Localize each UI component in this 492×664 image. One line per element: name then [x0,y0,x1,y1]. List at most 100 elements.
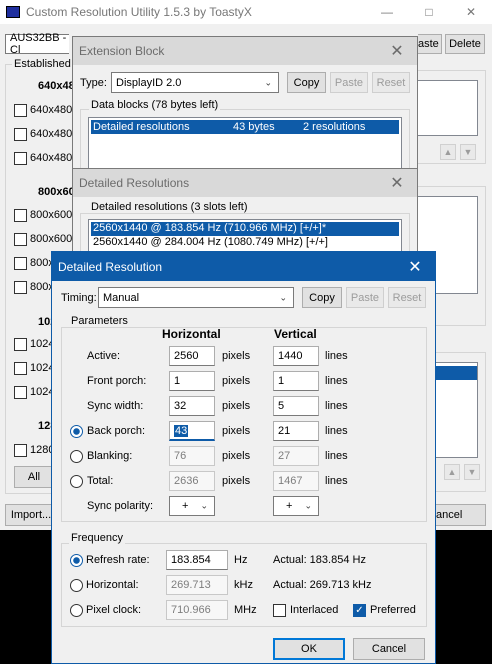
horizontal-radio[interactable] [70,579,83,592]
pixel-clock-radio[interactable] [70,604,83,617]
sync-width-h-field[interactable]: 32 [169,396,215,416]
timing-label: Timing: [61,292,97,304]
checkbox[interactable] [14,128,27,141]
data-blocks-label: Data blocks (78 bytes left) [89,99,221,111]
front-porch-v-field[interactable]: 1 [273,371,319,391]
pixel-clock-field[interactable]: 710.966 [166,600,228,620]
ext-titlebar: Extension Block [73,37,417,65]
right-list-3[interactable] [434,362,478,458]
close-icon[interactable]: ✕ [377,37,417,65]
active-v-field[interactable]: 1440 [273,346,319,366]
blanking-v-field[interactable]: 27 [273,446,319,466]
list-item[interactable] [14,128,27,141]
cancel-button[interactable]: Cancel [353,638,425,660]
back-porch-h-field[interactable]: 43 [169,421,215,441]
sync-width-v-field[interactable]: 5 [273,396,319,416]
close-icon[interactable]: ✕ [395,252,435,281]
ok-button[interactable]: OK [273,638,345,660]
checkbox[interactable] [14,233,27,246]
maximize-icon[interactable]: □ [408,0,450,24]
unit-label: pixels [222,375,251,387]
list-item[interactable] [14,444,27,457]
vertical-header: Vertical [274,327,317,341]
chevron-down-icon: ⌄ [304,500,312,511]
list-item[interactable] [14,338,27,351]
refresh-rate-radio[interactable] [70,554,83,567]
resolution-row[interactable]: 2560x1440 @ 284.004 Hz (1080.749 MHz) [+… [91,236,399,250]
list-item-label: 800x600 [30,209,73,221]
sync-polarity-v-select[interactable]: + ⌄ [273,496,319,516]
checkbox[interactable] [14,362,27,375]
front-porch-h-field[interactable]: 1 [169,371,215,391]
back-porch-label: Back porch: [87,425,146,437]
ext-paste-button[interactable]: Paste [330,72,368,93]
dlg-paste-button[interactable]: Paste [346,287,384,308]
front-porch-label: Front porch: [87,375,147,387]
list-item[interactable] [14,281,27,294]
preferred-checkbox[interactable]: ✓ [353,604,366,617]
total-h-field[interactable]: 2636 [169,471,215,491]
monitor-select[interactable]: AUS32BB - Cl [5,32,69,56]
back-porch-v-field[interactable]: 21 [273,421,319,441]
active-h-field[interactable]: 2560 [169,346,215,366]
checkbox[interactable] [14,257,27,270]
refresh-rate-field[interactable]: 183.854 [166,550,228,570]
close-icon[interactable]: ✕ [377,169,417,197]
unit-label: pixels [222,425,251,437]
selected-row[interactable] [434,366,477,380]
pixel-clock-label: Pixel clock: [86,604,142,616]
unit-label: lines [325,450,348,462]
detres-group-label: Detailed resolutions (3 slots left) [89,201,250,213]
checkbox[interactable] [14,338,27,351]
sync-polarity-h-select[interactable]: + ⌄ [169,496,215,516]
timing-select[interactable]: Manual ⌄ [98,287,294,308]
data-block-row[interactable]: Detailed resolutions 43 bytes 2 resoluti… [91,120,399,134]
horizontal-freq-label: Horizontal: [86,579,139,591]
delete-button[interactable]: Delete [445,34,485,54]
interlaced-label: Interlaced [290,604,339,616]
checkbox[interactable] [14,281,27,294]
ext-copy-button[interactable]: Copy [287,72,326,93]
total-radio[interactable] [70,475,83,488]
list-item[interactable] [14,152,27,165]
main-cancel-button[interactable]: ancel [434,504,486,526]
unit-label: lines [325,350,348,362]
move-down-icon[interactable]: ▼ [464,464,480,480]
move-up-icon[interactable]: ▲ [440,144,456,160]
checkbox[interactable] [14,444,27,457]
import-button[interactable]: Import... [5,504,57,526]
list-item[interactable] [14,104,27,117]
paste-button-main[interactable]: aste [418,34,442,54]
type-select[interactable]: DisplayID 2.0 ⌄ [111,72,279,93]
right-list-1[interactable] [418,80,478,136]
list-item-label: 640x480 [30,104,73,116]
checkbox[interactable] [14,209,27,222]
interlaced-checkbox[interactable] [273,604,286,617]
check-icon: ✓ [355,605,364,616]
move-down-icon[interactable]: ▼ [460,144,476,160]
resolution-row[interactable]: 2560x1440 @ 183.854 Hz (710.966 MHz) [+/… [91,222,399,236]
move-up-icon[interactable]: ▲ [444,464,460,480]
list-item[interactable] [14,257,27,270]
horizontal-freq-field[interactable]: 269.713 [166,575,228,595]
list-item[interactable] [14,209,27,222]
checkbox[interactable] [14,104,27,117]
all-button[interactable]: All [14,466,54,488]
list-item[interactable] [14,386,27,399]
list-item[interactable] [14,233,27,246]
minimize-icon[interactable]: — [366,0,408,24]
blanking-radio[interactable] [70,450,83,463]
total-v-field[interactable]: 1467 [273,471,319,491]
checkbox[interactable] [14,152,27,165]
list-item[interactable] [14,362,27,375]
unit-label: lines [325,425,348,437]
dlg-reset-button[interactable]: Reset [388,287,426,308]
blanking-h-field[interactable]: 76 [169,446,215,466]
list-item-label: 640x480 [30,152,73,164]
section-640: 640x48 [38,80,75,92]
ext-reset-button[interactable]: Reset [372,72,410,93]
dlg-copy-button[interactable]: Copy [302,287,342,308]
checkbox[interactable] [14,386,27,399]
close-icon[interactable]: ✕ [450,0,492,24]
back-porch-radio[interactable] [70,425,83,438]
